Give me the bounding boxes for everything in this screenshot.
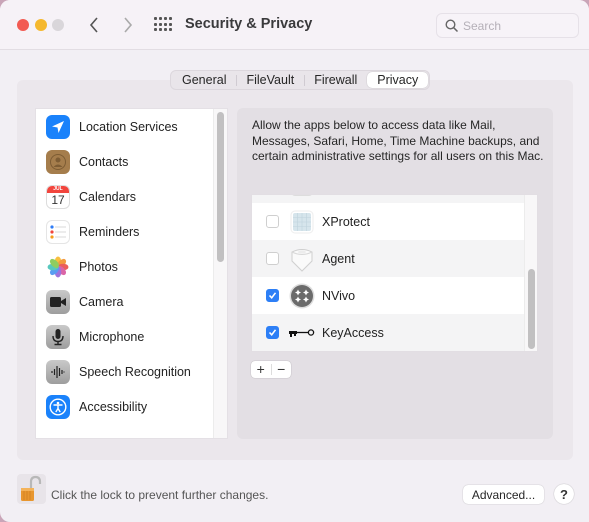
- window-title: Security & Privacy: [185, 16, 313, 32]
- app-row: NVivo: [252, 277, 525, 314]
- app-checkbox[interactable]: [266, 215, 279, 228]
- security-privacy-window: Security & Privacy General FileVault Fir…: [0, 0, 589, 522]
- title-bar: Security & Privacy: [0, 0, 589, 50]
- search-icon: [445, 19, 459, 33]
- category-microphone[interactable]: Microphone: [36, 319, 214, 354]
- search-input[interactable]: [463, 17, 573, 35]
- app-permission-list: XProtect Agent NVivo KeyAccess: [251, 194, 538, 352]
- category-list-scrollbar[interactable]: [213, 109, 227, 438]
- app-row-partial: [252, 195, 525, 203]
- remove-app-button[interactable]: −: [271, 361, 291, 378]
- reminders-icon: [46, 219, 70, 244]
- category-label: Reminders: [79, 224, 140, 239]
- calendar-day: 17: [51, 192, 65, 207]
- category-camera[interactable]: Camera: [36, 284, 214, 319]
- speech-waveform-icon: [46, 359, 70, 384]
- category-label: Photos: [79, 259, 118, 274]
- calendar-icon: JUL 17: [46, 184, 70, 209]
- app-name: Agent: [322, 251, 355, 266]
- minimize-button[interactable]: [35, 19, 47, 31]
- camera-icon: [46, 289, 70, 314]
- app-name: KeyAccess: [322, 325, 384, 340]
- app-name: XProtect: [322, 214, 370, 229]
- app-name: NVivo: [322, 288, 356, 303]
- tab-bar: General FileVault Firewall Privacy: [170, 70, 431, 90]
- xprotect-icon: [288, 208, 316, 236]
- category-contacts[interactable]: Contacts: [36, 144, 214, 179]
- close-button[interactable]: [17, 19, 29, 31]
- app-row: KeyAccess: [252, 314, 525, 351]
- category-label: Camera: [79, 294, 124, 309]
- calendar-month: JUL: [47, 185, 69, 193]
- contacts-icon: [46, 149, 70, 174]
- lock-button[interactable]: [17, 474, 46, 504]
- category-calendars[interactable]: JUL 17 Calendars: [36, 179, 214, 214]
- category-label: Speech Recognition: [79, 364, 191, 379]
- tab-firewall[interactable]: Firewall: [304, 72, 367, 88]
- advanced-button[interactable]: Advanced...: [463, 485, 544, 504]
- scrollbar-thumb[interactable]: [217, 112, 224, 262]
- search-field[interactable]: [436, 13, 579, 38]
- accessibility-icon: [46, 394, 70, 419]
- zoom-button[interactable]: [52, 19, 64, 31]
- category-photos[interactable]: Photos: [36, 249, 214, 284]
- app-checkbox[interactable]: [266, 289, 279, 302]
- category-location-services[interactable]: Location Services: [36, 109, 214, 144]
- tab-general[interactable]: General: [172, 72, 236, 88]
- agent-icon: [288, 245, 316, 273]
- location-icon: [46, 114, 70, 139]
- unlocked-padlock-icon: [21, 475, 42, 501]
- category-label: Calendars: [79, 189, 136, 204]
- category-label: Microphone: [79, 329, 145, 344]
- category-accessibility[interactable]: Accessibility: [36, 389, 214, 424]
- photos-icon: [46, 254, 70, 279]
- nvivo-icon: [288, 282, 316, 310]
- app-row: Agent: [252, 240, 525, 277]
- help-button[interactable]: ?: [554, 484, 574, 504]
- show-all-grid-icon[interactable]: [154, 17, 172, 32]
- category-label: Contacts: [79, 154, 129, 169]
- back-button[interactable]: [84, 13, 104, 37]
- category-label: Location Services: [79, 119, 178, 134]
- tab-privacy[interactable]: Privacy: [367, 72, 429, 88]
- scrollbar-thumb[interactable]: [528, 269, 535, 349]
- key-icon: [288, 319, 316, 347]
- app-list-scrollbar[interactable]: [524, 195, 537, 351]
- list-add-remove-control: + −: [251, 361, 291, 378]
- partial-app-icon: [288, 195, 316, 199]
- lock-status-text: Click the lock to prevent further change…: [51, 488, 269, 502]
- chevron-left-icon: [89, 17, 98, 33]
- tab-filevault[interactable]: FileVault: [236, 72, 304, 88]
- privacy-description: Allow the apps below to access data like…: [252, 118, 544, 163]
- microphone-icon: [46, 324, 70, 349]
- category-reminders[interactable]: Reminders: [36, 214, 214, 249]
- app-checkbox[interactable]: [266, 252, 279, 265]
- category-speech-recognition[interactable]: Speech Recognition: [36, 354, 214, 389]
- app-checkbox[interactable]: [266, 326, 279, 339]
- chevron-right-icon: [124, 17, 133, 33]
- forward-button[interactable]: [118, 13, 138, 37]
- add-app-button[interactable]: +: [251, 361, 271, 378]
- privacy-category-list: Location Services Contacts JUL 17 Calend…: [35, 108, 228, 439]
- app-row: XProtect: [252, 203, 525, 240]
- category-label: Accessibility: [79, 399, 148, 414]
